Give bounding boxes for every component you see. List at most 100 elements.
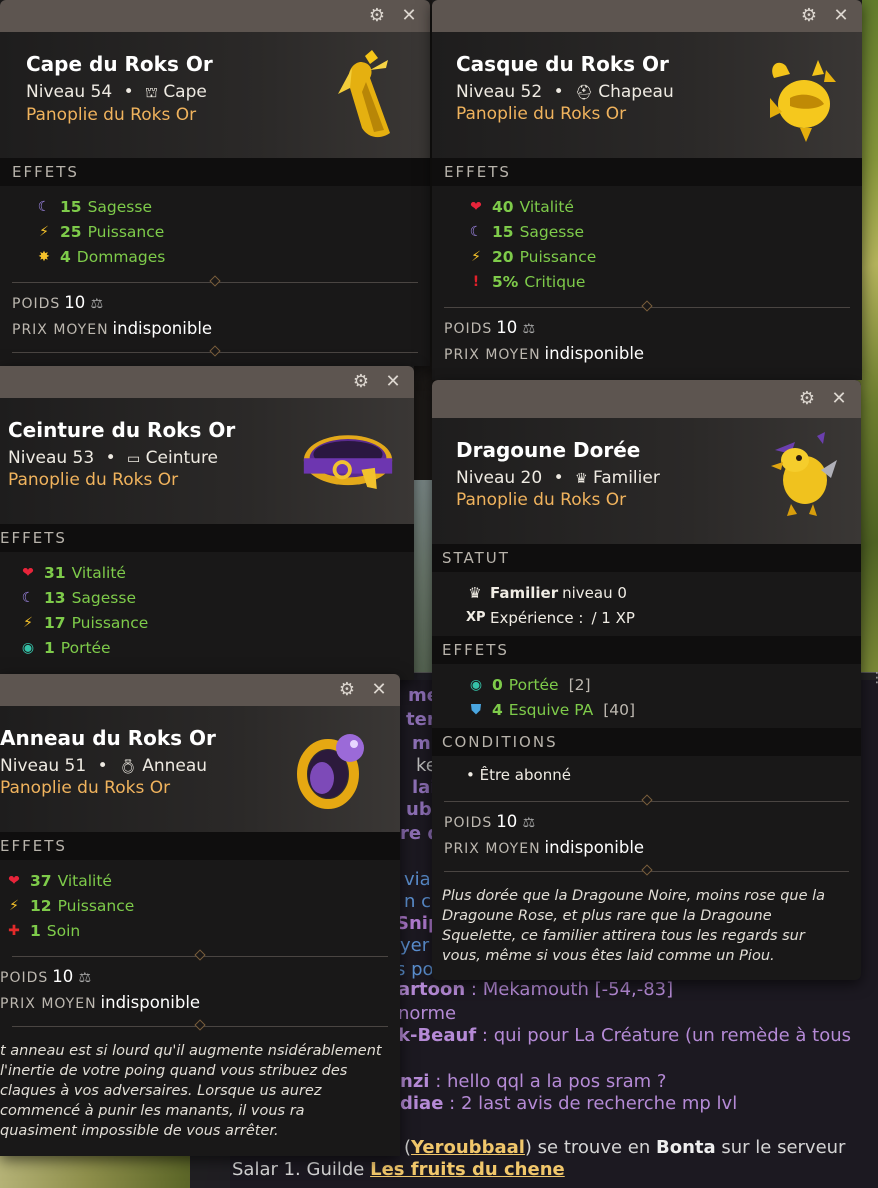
item-type: Familier bbox=[593, 468, 660, 488]
vitality-icon: ❤ bbox=[22, 564, 34, 581]
price-row: PRIX MOYEN indisponible bbox=[0, 993, 400, 1019]
divider bbox=[432, 864, 861, 878]
effect-row: ! 5% Critique bbox=[466, 269, 862, 294]
tooltip-titlebar[interactable]: ⚙ ✕ bbox=[0, 0, 430, 32]
gear-icon[interactable]: ⚙ bbox=[350, 370, 372, 394]
weight-row: POIDS 10 ⚖ bbox=[444, 812, 861, 838]
effect-label: Sagesse bbox=[519, 222, 584, 241]
item-info: POIDS 10 ⚖ PRIX MOYEN indisponible bbox=[432, 808, 861, 864]
tooltip-titlebar[interactable]: ⚙ ✕ bbox=[0, 674, 400, 706]
item-type: Chapeau bbox=[598, 82, 674, 102]
close-icon[interactable]: ✕ bbox=[830, 4, 852, 28]
tooltip-titlebar[interactable]: ⚙ ✕ bbox=[0, 366, 414, 398]
chat-message: norme bbox=[398, 1003, 456, 1024]
chat-text: ( bbox=[404, 1137, 412, 1158]
close-icon[interactable]: ✕ bbox=[382, 370, 404, 394]
item-description: Plus dorée que la Dragoune Noire, moins … bbox=[442, 888, 826, 964]
tooltip-casque: ⚙ ✕ Casque du Roks Or Niveau 52 • ⛑ Chap… bbox=[432, 0, 862, 380]
item-description: t anneau est si lourd qu'il augmente nsi… bbox=[0, 1043, 382, 1139]
heal-icon: ✚ bbox=[8, 922, 20, 939]
belt-type-icon: ▭ bbox=[127, 451, 141, 467]
guild-link[interactable]: Les fruits du chene bbox=[370, 1159, 565, 1180]
effect-label: Vitalité bbox=[57, 871, 112, 890]
close-icon[interactable]: ✕ bbox=[368, 678, 390, 702]
condition-text: • Être abonné bbox=[466, 766, 571, 784]
weight-value: 10 bbox=[496, 318, 518, 337]
price-value: indisponible bbox=[100, 993, 201, 1012]
effect-row: ⚡ 20 Puissance bbox=[466, 244, 862, 269]
status-label: Familier bbox=[490, 583, 559, 602]
price-label: PRIX MOYEN bbox=[0, 996, 97, 1012]
chat-message: diae : 2 last avis de recherche mp lvl bbox=[400, 1093, 737, 1114]
item-info: POIDS 10 ⚖ PRIX MOYEN indisponible bbox=[0, 289, 430, 345]
effects-list: ❤ 37 Vitalité ⚡ 12 Puissance ✚ 1 Soin bbox=[0, 860, 400, 949]
effect-value: 5% bbox=[492, 272, 519, 291]
effect-label: Vitalité bbox=[519, 197, 574, 216]
effect-value: 15 bbox=[492, 222, 514, 241]
gear-icon[interactable]: ⚙ bbox=[366, 4, 388, 28]
weight-icon: ⚖ bbox=[522, 321, 536, 337]
effect-value: 31 bbox=[44, 563, 66, 582]
section-header: CONDITIONS bbox=[432, 728, 861, 756]
weight-label: POIDS bbox=[444, 815, 493, 831]
item-level: Niveau 54 bbox=[26, 82, 113, 102]
chat-fragment: yer bbox=[400, 935, 430, 956]
price-value: indisponible bbox=[544, 838, 645, 857]
effect-value: 17 bbox=[44, 613, 66, 632]
chat-message: nzi : hello qql a la pos sram ? bbox=[400, 1071, 666, 1092]
effect-value: 12 bbox=[30, 896, 52, 915]
item-header: Dragoune Dorée Niveau 20 • ♛ Familier Pa… bbox=[432, 418, 861, 544]
chat-menu-icon[interactable]: ⋮ bbox=[870, 670, 878, 693]
power-icon: ⚡ bbox=[471, 248, 481, 265]
price-value: indisponible bbox=[544, 344, 645, 363]
item-header: Cape du Roks Or Niveau 54 • ⛫ Cape Panop… bbox=[0, 32, 430, 158]
price-row: PRIX MOYEN indisponible bbox=[12, 319, 430, 345]
tooltip-titlebar[interactable]: ⚙ ✕ bbox=[432, 380, 861, 418]
effect-label: Sagesse bbox=[87, 197, 152, 216]
power-icon: ⚡ bbox=[23, 614, 33, 631]
chat-place: Bonta bbox=[655, 1137, 716, 1158]
weight-icon: ⚖ bbox=[522, 815, 536, 831]
item-type: Cape bbox=[163, 82, 207, 102]
item-level: Niveau 20 bbox=[456, 468, 543, 488]
gear-icon[interactable]: ⚙ bbox=[796, 387, 818, 411]
effects-list: ☾ 15 Sagesse ⚡ 25 Puissance ✸ 4 Dommages bbox=[0, 186, 430, 275]
effect-label: Portée bbox=[60, 638, 111, 657]
gear-icon[interactable]: ⚙ bbox=[336, 678, 358, 702]
chat-author[interactable]: k-Beauf bbox=[398, 1025, 476, 1046]
weight-label: POIDS bbox=[444, 321, 493, 337]
effect-row: ☾ 13 Sagesse bbox=[18, 585, 414, 610]
chat-system-message: Salar 1. Guilde Les fruits du chene bbox=[232, 1159, 565, 1180]
effect-label: Vitalité bbox=[71, 563, 126, 582]
weight-label: POIDS bbox=[12, 296, 61, 312]
chat-text: norme bbox=[398, 1003, 457, 1024]
effect-label: Sagesse bbox=[71, 588, 136, 607]
chat-author[interactable]: nzi bbox=[400, 1071, 429, 1092]
cape-type-icon: ⛫ bbox=[145, 85, 158, 101]
effects-list: ❤ 31 Vitalité ☾ 13 Sagesse ⚡ 17 Puissance ◉ 1 Po… bbox=[0, 552, 414, 666]
tooltip-anneau: ⚙ ✕ Anneau du Roks Or Niveau 51 • 💍︎ Ann… bbox=[0, 674, 400, 1156]
close-icon[interactable]: ✕ bbox=[828, 387, 850, 411]
section-header: STATUT bbox=[432, 544, 861, 572]
effect-label: Puissance bbox=[87, 222, 165, 241]
tooltip-titlebar[interactable]: ⚙ ✕ bbox=[432, 0, 862, 32]
item-level: Niveau 51 bbox=[0, 756, 87, 776]
effect-row: ❤ 37 Vitalité bbox=[4, 868, 400, 893]
tooltip-cape: ⚙ ✕ Cape du Roks Or Niveau 54 • ⛫ Cape P… bbox=[0, 0, 430, 366]
belt-item-icon bbox=[303, 435, 393, 489]
chat-author[interactable]: artoon bbox=[398, 979, 465, 1000]
chat-fragment: s po bbox=[396, 959, 434, 980]
status-value: niveau 0 bbox=[562, 583, 627, 602]
effect-label: Puissance bbox=[57, 896, 135, 915]
chat-system-message: (Yeroubbaal) se trouve en Bonta sur le s… bbox=[404, 1137, 845, 1158]
item-info: POIDS 10 ⚖ PRIX MOYEN indisponible bbox=[432, 314, 862, 370]
chat-author[interactable]: diae bbox=[400, 1093, 443, 1114]
effect-extra: [2] bbox=[568, 675, 591, 694]
close-icon[interactable]: ✕ bbox=[398, 4, 420, 28]
gear-icon[interactable]: ⚙ bbox=[798, 4, 820, 28]
effect-row: ⚡ 12 Puissance bbox=[4, 893, 400, 918]
chat-message: k-Beauf : qui pour La Créature (un remèd… bbox=[398, 1025, 851, 1046]
player-link[interactable]: Yeroubbaal bbox=[411, 1137, 525, 1158]
status-row: ♛ Familier niveau 0 bbox=[466, 580, 861, 605]
effect-label: Esquive PA bbox=[508, 700, 594, 719]
